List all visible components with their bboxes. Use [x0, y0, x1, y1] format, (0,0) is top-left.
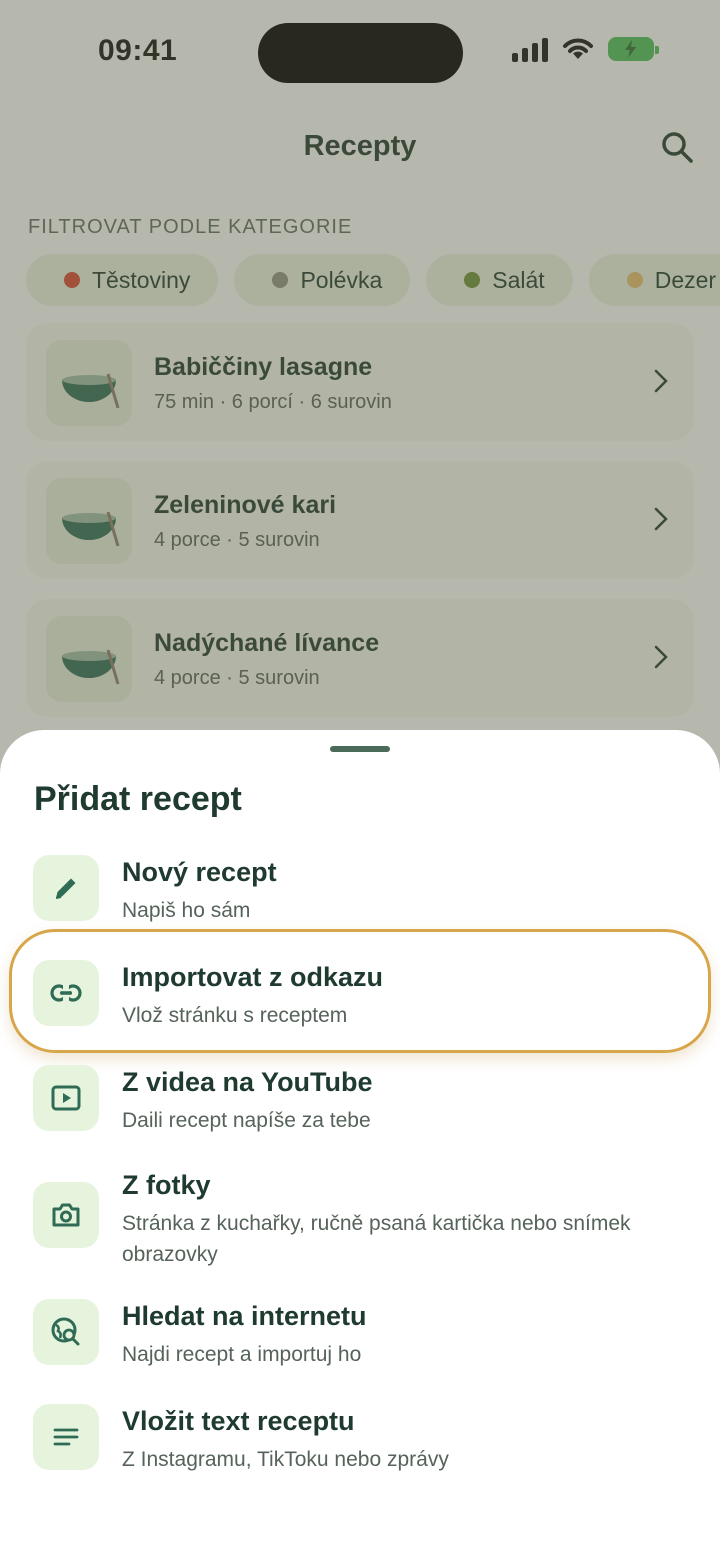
- option-subtitle: Z Instagramu, TikToku nebo zprávy: [122, 1448, 449, 1471]
- option-paste-text[interactable]: Vložit text receptu Z Instagramu, TikTok…: [0, 1404, 720, 1499]
- play-icon: [33, 1065, 99, 1131]
- option-photo[interactable]: Z fotky Stránka z kuchařky, ručně psaná …: [0, 1170, 720, 1292]
- sheet-title: Přidat recept: [34, 780, 242, 818]
- option-youtube[interactable]: Z videa na YouTube Daili recept napíše z…: [0, 1065, 720, 1160]
- option-subtitle: Stránka z kuchařky, ručně psaná kartička…: [122, 1212, 631, 1266]
- option-title: Hledat na internetu: [122, 1301, 367, 1331]
- add-recipe-sheet: Přidat recept Nový recept Napiš ho sám I…: [0, 730, 720, 1564]
- camera-icon: [33, 1182, 99, 1248]
- option-subtitle: Daili recept napíše za tebe: [122, 1109, 371, 1132]
- option-title: Z videa na YouTube: [122, 1067, 373, 1097]
- option-title: Nový recept: [122, 857, 277, 887]
- option-subtitle: Vlož stránku s receptem: [122, 1004, 348, 1027]
- pencil-icon: [33, 855, 99, 921]
- option-web-search[interactable]: Hledat na internetu Najdi recept a impor…: [0, 1299, 720, 1394]
- option-title: Vložit text receptu: [122, 1406, 355, 1436]
- option-subtitle: Najdi recept a importuj ho: [122, 1343, 362, 1366]
- sheet-grabber[interactable]: [330, 746, 390, 752]
- text-lines-icon: [33, 1404, 99, 1470]
- globe-search-icon: [33, 1299, 99, 1365]
- option-title: Z fotky: [122, 1170, 211, 1200]
- option-import-link[interactable]: Importovat z odkazu Vlož stránku s recep…: [0, 960, 720, 1055]
- option-new-recipe[interactable]: Nový recept Napiš ho sám: [0, 855, 720, 950]
- option-title: Importovat z odkazu: [122, 962, 384, 992]
- link-icon: [33, 960, 99, 1026]
- option-subtitle: Napiš ho sám: [122, 899, 251, 922]
